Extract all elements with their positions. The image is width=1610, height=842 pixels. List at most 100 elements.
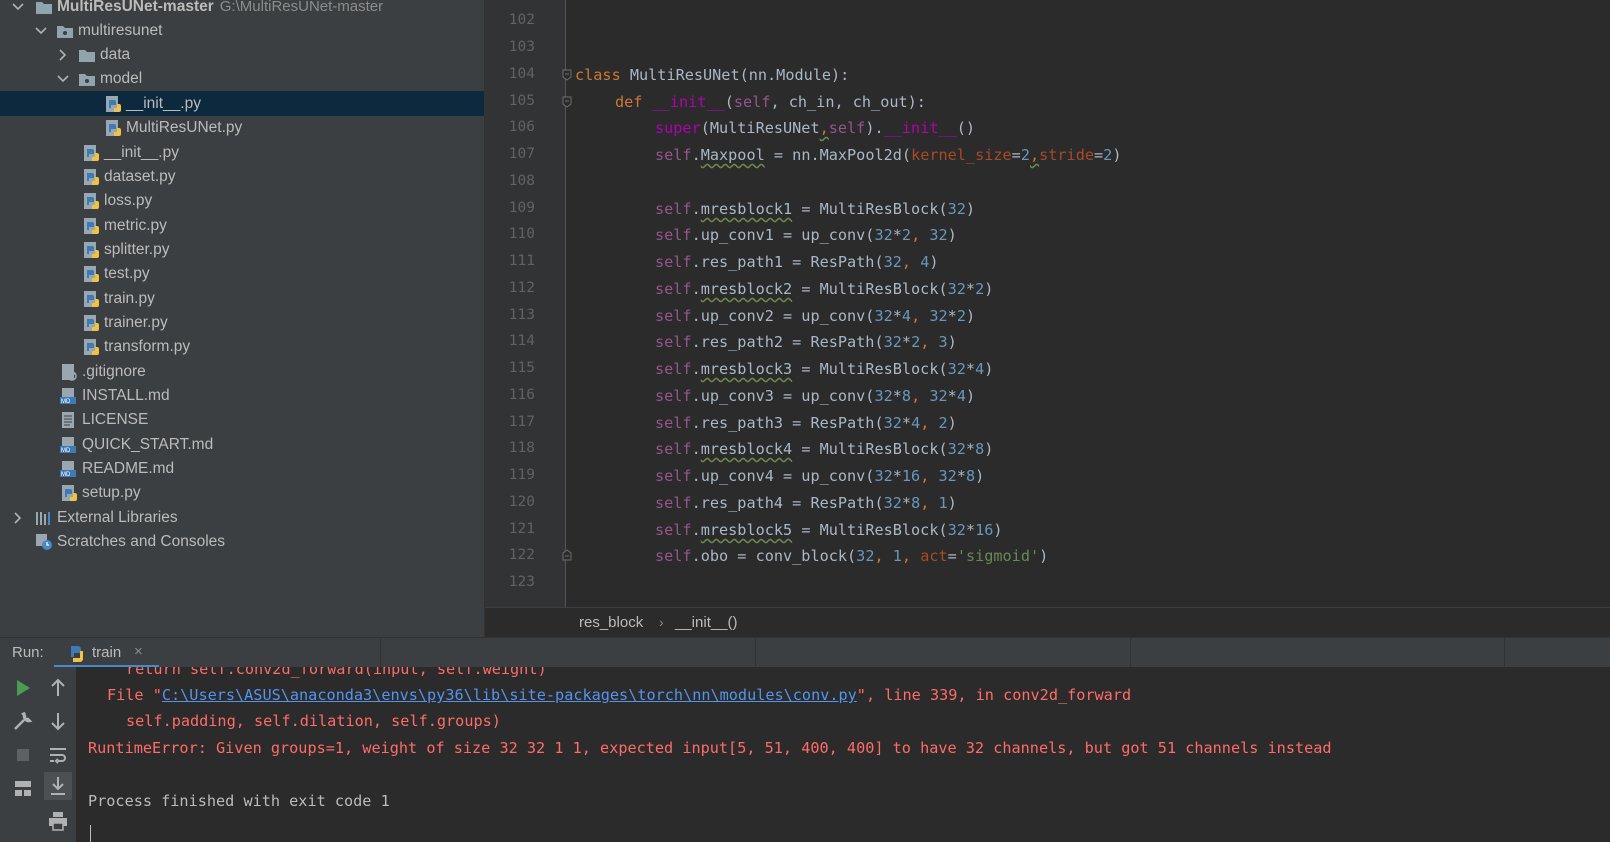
line-number: 102	[508, 12, 535, 28]
tree-item-multiresunet-py[interactable]: MultiResUNet.py	[0, 115, 484, 140]
tree-item-root[interactable]: MultiResUNet-master G:\MultiResUNet-mast…	[0, 0, 484, 19]
python-file-icon	[60, 484, 78, 502]
line-number: 105	[508, 93, 535, 109]
fold-column	[565, 0, 580, 607]
chevron-down-icon[interactable]	[34, 24, 48, 38]
chevron-down-icon[interactable]	[11, 0, 25, 14]
tree-item-setup-py[interactable]: setup.py	[0, 480, 484, 505]
header-divider	[380, 638, 381, 668]
tree-item-label: trainer.py	[104, 314, 168, 331]
project-tree: MultiResUNet-master G:\MultiResUNet-mast…	[0, 0, 485, 637]
fold-end-marker-icon[interactable]	[562, 549, 572, 561]
line-number: 108	[508, 173, 535, 189]
code-line-116: self.up_conv3 = up_conv(32*8, 32*4)	[655, 387, 976, 405]
header-divider	[1130, 638, 1131, 668]
chevron-right-icon[interactable]	[56, 48, 70, 62]
python-file-icon	[82, 314, 100, 332]
tree-item-label: External Libraries	[57, 509, 178, 526]
tree-item-label: QUICK_START.md	[82, 436, 214, 453]
python-file-icon	[104, 95, 122, 113]
tree-item-label: data	[100, 46, 131, 63]
tree-item-test-py[interactable]: test.py	[0, 261, 484, 286]
tree-item-transform-py[interactable]: transform.py	[0, 334, 484, 359]
tree-item-train-py[interactable]: train.py	[0, 286, 484, 311]
code-editor[interactable]: 102 103 104 105 106 107 108 109 110 111 …	[485, 0, 1610, 607]
scroll-to-end-icon[interactable]	[44, 772, 72, 800]
tree-item-label: loss.py	[104, 192, 153, 209]
line-number: 117	[508, 414, 535, 430]
print-icon[interactable]	[46, 809, 70, 833]
code-line-121: self.mresblock5 = MultiResBlock(32*16)	[655, 521, 1003, 539]
soft-wrap-icon[interactable]	[46, 743, 70, 767]
breadcrumb-separator: ›	[659, 614, 664, 630]
line-number: 109	[508, 200, 535, 216]
python-file-icon	[82, 144, 100, 162]
tree-item-trainer-py[interactable]: trainer.py	[0, 310, 484, 335]
code-line-122: self.obo = conv_block(32, 1, act='sigmoi…	[655, 547, 1049, 565]
tree-item-install-md[interactable]: MD INSTALL.md	[0, 383, 484, 408]
breadcrumb-item-init[interactable]: __init__()	[675, 614, 738, 631]
tree-item-quick-start-md[interactable]: MD QUICK_START.md	[0, 432, 484, 457]
tree-item-multiresunet[interactable]: multiresunet	[0, 18, 484, 43]
tree-item-metric-py[interactable]: metric.py	[0, 213, 484, 238]
arrow-down-icon[interactable]	[46, 709, 70, 733]
line-number: 116	[508, 387, 535, 403]
line-number: 103	[508, 39, 535, 55]
tree-item-scratches[interactable]: Scratches and Consoles	[0, 529, 484, 554]
tree-item-label: __init__.py	[104, 144, 179, 161]
code-line-119: self.up_conv4 = up_conv(32*16, 32*8)	[655, 467, 985, 485]
chevron-right-icon[interactable]	[11, 511, 25, 525]
arrow-up-icon[interactable]	[46, 676, 70, 700]
wrench-icon[interactable]	[11, 709, 35, 733]
chevron-down-icon[interactable]	[56, 72, 70, 86]
tree-item-label: MultiResUNet.py	[126, 119, 243, 136]
rerun-icon[interactable]	[11, 676, 35, 700]
code-line-109: self.mresblock1 = MultiResBlock(32)	[655, 200, 976, 218]
tree-item-label: model	[100, 70, 143, 87]
line-number: 110	[508, 226, 535, 242]
run-console-output[interactable]: return self.conv2d_forward(input, self.w…	[76, 667, 1610, 842]
stop-icon[interactable]	[11, 743, 35, 767]
svg-text:MD: MD	[61, 448, 71, 454]
breadcrumb-item-res-block[interactable]: res_block	[579, 614, 643, 631]
code-line-115: self.mresblock3 = MultiResBlock(32*4)	[655, 360, 994, 378]
tree-item-model[interactable]: model	[0, 66, 484, 91]
python-file-icon	[82, 338, 100, 356]
fold-marker-icon[interactable]	[562, 96, 572, 108]
python-icon	[68, 644, 86, 662]
tree-item-model-init-py[interactable]: __init__.py	[0, 91, 484, 116]
tree-item-label: Scratches and Consoles	[57, 533, 226, 550]
tree-item-license[interactable]: LICENSE	[0, 407, 484, 432]
fold-marker-icon[interactable]	[562, 69, 572, 81]
code-line-117: self.res_path3 = ResPath(32*4, 2)	[655, 414, 957, 432]
tree-item-label: splitter.py	[104, 241, 170, 258]
python-file-icon	[82, 290, 100, 308]
close-icon[interactable]: ×	[134, 643, 143, 660]
python-file-icon	[104, 119, 122, 137]
tree-item-label: test.py	[104, 265, 150, 282]
markdown-file-icon: MD	[60, 460, 78, 478]
console-file-link[interactable]: C:\Users\ASUS\anaconda3\envs\py36\lib\si…	[162, 686, 857, 704]
console-line: return self.conv2d_forward(input, self.w…	[126, 667, 547, 678]
python-file-icon	[82, 265, 100, 283]
layout-icon[interactable]	[11, 776, 35, 800]
tree-item-loss-py[interactable]: loss.py	[0, 188, 484, 213]
line-number-gutter: 102 103 104 105 106 107 108 109 110 111 …	[485, 0, 565, 607]
line-number: 114	[508, 333, 535, 349]
tree-item-splitter-py[interactable]: splitter.py	[0, 237, 484, 262]
run-tab-train[interactable]: train ×	[54, 638, 159, 668]
run-label: Run:	[12, 644, 44, 661]
tree-item-label: INSTALL.md	[82, 387, 170, 404]
tree-item-label: __init__.py	[126, 95, 201, 112]
tree-item-init-py[interactable]: __init__.py	[0, 140, 484, 165]
tree-item-data[interactable]: data	[0, 42, 484, 67]
tree-item-gitignore[interactable]: .gitignore	[0, 359, 484, 384]
tree-item-external-libraries[interactable]: External Libraries	[0, 505, 484, 530]
tree-item-label: README.md	[82, 460, 175, 477]
package-folder-icon	[78, 70, 96, 88]
tree-item-readme-md[interactable]: MD README.md	[0, 456, 484, 481]
package-folder-icon	[56, 22, 74, 40]
tree-item-dataset-py[interactable]: dataset.py	[0, 164, 484, 189]
code-line-107: self.Maxpool = nn.MaxPool2d(kernel_size=…	[655, 146, 1122, 164]
tree-item-label: train.py	[104, 290, 155, 307]
